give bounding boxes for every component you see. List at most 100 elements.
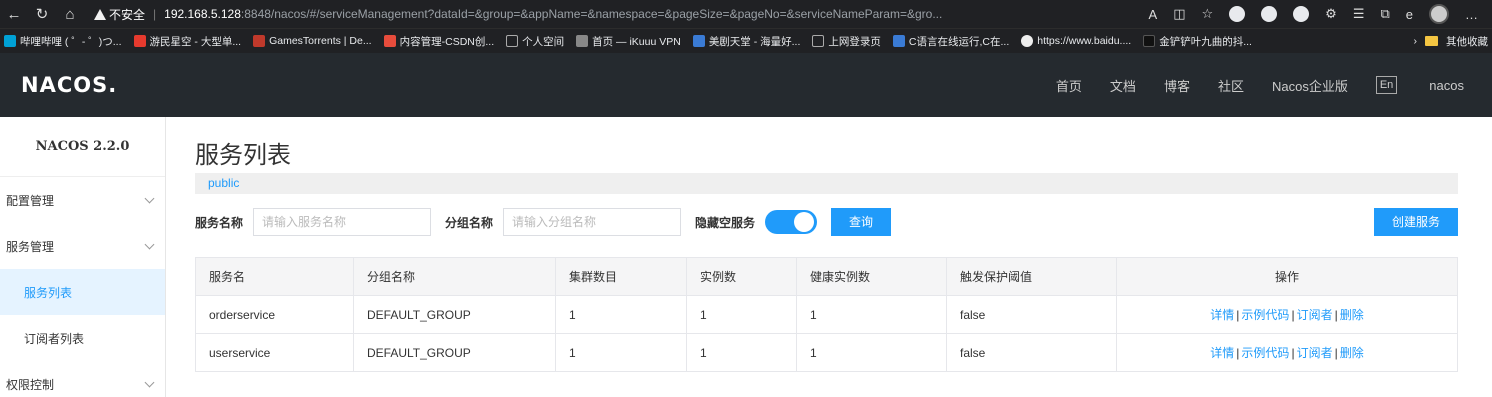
- column-header: 健康实例数: [796, 257, 947, 296]
- sidebar-item-subscribers[interactable]: 订阅者列表: [0, 315, 165, 361]
- column-header: 服务名: [195, 257, 354, 296]
- bookmark-item[interactable]: GamesTorrents | De...: [253, 35, 372, 47]
- nav-blog[interactable]: 博客: [1164, 76, 1190, 95]
- cell-actions: 详情 | 示例代码 | 订阅者 | 删除: [1116, 333, 1458, 372]
- filter-bar: 服务名称 分组名称 隐藏空服务 查询 创建服务: [195, 207, 1458, 237]
- page-layout: NACOS 2.2.0 配置管理 服务管理 服务列表 订阅者列表 权限控制 服务…: [0, 117, 1492, 397]
- split-screen-icon[interactable]: ◫: [1173, 6, 1185, 22]
- bookmark-item[interactable]: 美剧天堂 - 海量好...: [692, 34, 801, 49]
- bookmark-item[interactable]: 首页 — iKuuu VPN: [576, 34, 681, 49]
- detail-link[interactable]: 详情: [1210, 308, 1234, 322]
- nav-home[interactable]: 首页: [1056, 76, 1082, 95]
- url-host: 192.168.5.128: [164, 7, 241, 21]
- divider: |: [1291, 308, 1295, 322]
- url-path: :8848/nacos/#/serviceManagement?dataId=&…: [240, 7, 943, 21]
- cell-service-name: orderservice: [195, 295, 354, 334]
- chevron-right-icon[interactable]: ›: [1414, 35, 1418, 47]
- cell-protect-threshold: false: [946, 333, 1117, 372]
- bookmark-label: C语言在线运行,C在...: [908, 35, 1010, 48]
- chevron-down-icon: [144, 377, 155, 387]
- subscribers-link[interactable]: 订阅者: [1297, 308, 1333, 322]
- chevron-down-icon: [144, 239, 155, 249]
- sidebar-item-service-list[interactable]: 服务列表: [0, 269, 165, 315]
- bookmark-label: 上网登录页: [828, 35, 881, 48]
- bookmark-item[interactable]: 内容管理-CSDN创...: [383, 34, 495, 49]
- service-name-label: 服务名称: [195, 215, 244, 230]
- sidebar-item-label: 服务管理: [6, 239, 55, 254]
- address-bar[interactable]: 不安全 | 192.168.5.128 :8848/nacos/#/servic…: [94, 3, 1149, 25]
- delete-link[interactable]: 删除: [1340, 308, 1364, 322]
- collections-icon[interactable]: ⧉: [1380, 6, 1389, 22]
- bookmark-item[interactable]: 哔哩哔哩 ( ゜- ゜)つ...: [4, 34, 122, 49]
- language-switch[interactable]: En: [1375, 76, 1398, 94]
- divider: |: [1291, 346, 1295, 360]
- bookmarks-bar: 哔哩哔哩 ( ゜- ゜)つ... 游民星空 - 大型单... GamesTorr…: [0, 28, 1492, 53]
- subscribers-link[interactable]: 订阅者: [1297, 346, 1333, 360]
- bookmark-item[interactable]: 金铲铲叶九曲的抖...: [1143, 34, 1252, 49]
- chevron-down-icon: [144, 193, 155, 203]
- favorite-star-icon[interactable]: ☆: [1202, 6, 1214, 22]
- nav-community[interactable]: 社区: [1218, 76, 1244, 95]
- bookmark-item[interactable]: 上网登录页: [812, 34, 881, 49]
- browser-toolbar: ← ↻ ⌂ 不安全 | 192.168.5.128 :8848/nacos/#/…: [0, 0, 1492, 28]
- app-header: NACOS. 首页 文档 博客 社区 Nacos企业版 En nacos: [0, 53, 1492, 117]
- user-menu[interactable]: nacos: [1429, 78, 1464, 93]
- back-icon[interactable]: ←: [0, 0, 28, 28]
- nav-enterprise[interactable]: Nacos企业版: [1272, 76, 1348, 95]
- nav-docs[interactable]: 文档: [1110, 76, 1136, 95]
- more-icon[interactable]: …: [1465, 7, 1478, 22]
- create-service-button[interactable]: 创建服务: [1373, 208, 1458, 236]
- bookmark-icon: [383, 35, 396, 47]
- sample-code-link[interactable]: 示例代码: [1241, 308, 1289, 322]
- bookmark-item[interactable]: https://www.baidu....: [1021, 35, 1131, 47]
- bookmark-label: 美剧天堂 - 海量好...: [708, 35, 801, 48]
- delete-link[interactable]: 删除: [1340, 346, 1364, 360]
- bookmark-item[interactable]: C语言在线运行,C在...: [892, 34, 1010, 49]
- page-icon: [812, 35, 825, 47]
- extensions-icon[interactable]: ⚙: [1325, 6, 1337, 22]
- extension-icon[interactable]: [1261, 6, 1278, 22]
- bookmarks-overflow: › 其他收藏: [1414, 34, 1492, 49]
- sidebar: NACOS 2.2.0 配置管理 服务管理 服务列表 订阅者列表 权限控制: [0, 117, 166, 397]
- main-content: 服务列表 public 服务名称 分组名称 隐藏空服务 查询 创建服务 服务名 …: [166, 117, 1492, 397]
- sample-code-link[interactable]: 示例代码: [1241, 346, 1289, 360]
- column-header: 操作: [1116, 257, 1458, 296]
- security-warning[interactable]: 不安全: [94, 6, 145, 23]
- home-icon[interactable]: ⌂: [56, 0, 84, 28]
- bookmark-item[interactable]: 游民星空 - 大型单...: [133, 34, 241, 49]
- divider: |: [1236, 308, 1240, 322]
- cell-healthy-count: 1: [796, 333, 947, 372]
- extension-icon[interactable]: [1229, 6, 1246, 22]
- table-header-row: 服务名 分组名称 集群数目 实例数 健康实例数 触发保护阈值 操作: [195, 257, 1458, 296]
- reload-icon[interactable]: ↻: [28, 0, 56, 28]
- edge-icon[interactable]: e: [1406, 7, 1413, 22]
- detail-link[interactable]: 详情: [1210, 346, 1234, 360]
- column-header: 分组名称: [353, 257, 556, 296]
- version-label: NACOS 2.2.0: [0, 117, 165, 177]
- bookmark-icon: [4, 35, 16, 47]
- sidebar-item-service[interactable]: 服务管理: [0, 223, 165, 269]
- cell-group-name: DEFAULT_GROUP: [353, 333, 556, 372]
- service-name-input[interactable]: [253, 208, 432, 236]
- hide-empty-toggle[interactable]: [765, 210, 818, 234]
- sidebar-item-config[interactable]: 配置管理: [0, 177, 165, 223]
- group-name-input[interactable]: [503, 208, 682, 236]
- cell-instance-count: 1: [686, 333, 797, 372]
- bookmark-icon: [692, 35, 705, 47]
- extension-icon[interactable]: [1293, 6, 1310, 22]
- namespace-public[interactable]: public: [208, 176, 239, 190]
- column-header: 集群数目: [555, 257, 687, 296]
- profile-avatar[interactable]: [1429, 4, 1449, 24]
- cell-protect-threshold: false: [946, 295, 1117, 334]
- read-aloud-icon[interactable]: A: [1149, 7, 1158, 22]
- query-button[interactable]: 查询: [831, 208, 892, 236]
- group-name-label: 分组名称: [445, 215, 494, 230]
- table-row: userservice DEFAULT_GROUP 1 1 1 false 详情…: [195, 333, 1458, 372]
- favorites-icon[interactable]: ☰: [1353, 6, 1365, 22]
- nacos-logo[interactable]: NACOS.: [21, 73, 117, 97]
- sidebar-item-auth[interactable]: 权限控制: [0, 361, 165, 397]
- bookmark-item[interactable]: 个人空间: [506, 34, 564, 49]
- service-table: 服务名 分组名称 集群数目 实例数 健康实例数 触发保护阈值 操作 orders…: [195, 257, 1458, 372]
- other-bookmarks[interactable]: 其他收藏: [1446, 34, 1488, 49]
- bookmark-label: 内容管理-CSDN创...: [399, 35, 495, 48]
